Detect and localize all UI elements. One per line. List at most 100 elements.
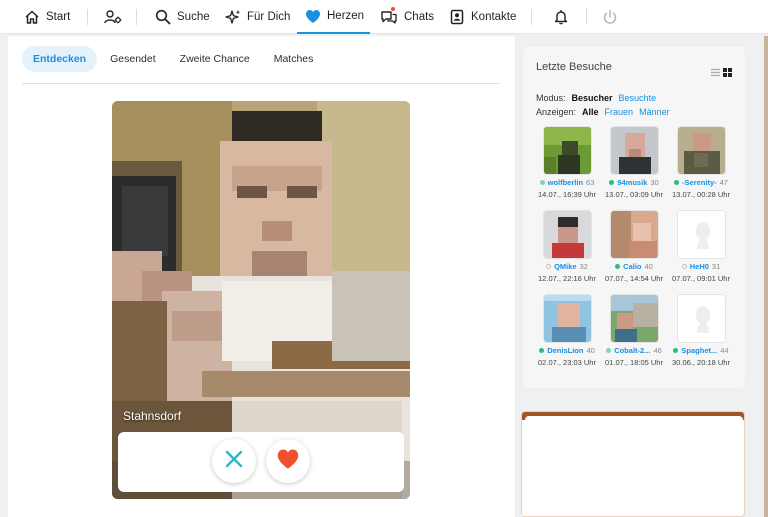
nav-logout[interactable] [602, 0, 618, 34]
sparkle-icon [225, 9, 241, 25]
filter-row: Anzeigen: Alle Frauen Männer [536, 107, 676, 117]
panel-title: Letzte Besuche [536, 61, 612, 73]
visitor-age: 30 [650, 178, 659, 187]
recent-visits-panel: Letzte Besuche Modus: Besucher Besuchte … [522, 45, 746, 389]
visitor-age: 47 [719, 178, 728, 187]
filter-alle[interactable]: Alle [582, 107, 599, 117]
mode-besucher[interactable]: Besucher [572, 93, 613, 103]
visitor-info: HeH0 31 [668, 262, 734, 271]
nav-profile-settings[interactable] [104, 0, 122, 34]
visitor-info: 94musik 30 [601, 178, 667, 187]
ad-banner-content [525, 416, 743, 516]
visitor-photo [543, 126, 592, 175]
profile-card[interactable]: Stahnsdorf [112, 101, 410, 499]
visitor-info: Calio 40 [601, 262, 667, 271]
nav-start[interactable]: Start [24, 0, 70, 34]
tabs-divider [22, 83, 499, 84]
nav-fuer-dich[interactable]: Für Dich [225, 0, 290, 34]
status-dot [681, 264, 687, 269]
visitor-name: 94musik [617, 178, 648, 187]
visitor-name: Spaghet... [681, 346, 718, 355]
visitor-age: 31 [711, 262, 721, 271]
visitor-photo-placeholder [677, 294, 726, 343]
visit-time: 01.07., 18:05 Uhr [605, 358, 663, 367]
nav-divider [586, 9, 587, 25]
status-dot [673, 348, 679, 353]
visit-time: 02.07., 23:03 Uhr [538, 358, 596, 367]
visitor-info: Spaghet... 44 [668, 346, 734, 355]
status-dot [606, 348, 612, 353]
nav-kontakte-label: Kontakte [471, 11, 517, 23]
filter-maenner[interactable]: Männer [639, 107, 670, 117]
like-button[interactable] [266, 439, 310, 483]
status-dot [674, 180, 680, 185]
visitor-age: 63 [586, 178, 595, 187]
nav-suche[interactable]: Suche [155, 0, 210, 34]
visitor-photo [610, 210, 659, 259]
visitor-info: QMike 32 [534, 262, 600, 271]
power-icon [602, 9, 618, 25]
visitor-age: 40 [586, 346, 595, 355]
visit-time: 14.07., 16:39 Uhr [538, 190, 596, 199]
visitor-info: -Serenity- 47 [668, 178, 734, 187]
grid-view-icon[interactable] [723, 64, 732, 82]
visitor-name: wolfberlin [547, 178, 584, 187]
nav-herzen-label: Herzen [327, 10, 365, 22]
view-toggle [711, 64, 732, 82]
search-icon [155, 9, 171, 25]
visitor-photo [610, 294, 659, 343]
status-dot [615, 264, 621, 269]
visit-time: 12.07., 22:16 Uhr [538, 274, 596, 283]
status-dot [609, 180, 615, 185]
visitor-age: 46 [653, 346, 662, 355]
visit-time: 13.07., 00:28 Uhr [672, 190, 730, 199]
visitor-info: Cobalt-2... 46 [601, 346, 667, 355]
tab-entdecken[interactable]: Entdecken [22, 46, 98, 72]
visitor-photo [677, 126, 726, 175]
chat-icon [380, 6, 398, 25]
user-settings-icon [104, 9, 122, 25]
nav-divider [136, 9, 137, 25]
filter-frauen[interactable]: Frauen [605, 107, 634, 117]
nav-chats[interactable]: Chats [380, 0, 434, 34]
visitor-age: 32 [579, 262, 588, 271]
main-panel: Entdecken Gesendet Zweite Chance Matches [8, 36, 515, 517]
nav-herzen[interactable]: Herzen [297, 0, 370, 34]
visitor-photo-placeholder [677, 210, 726, 259]
heart-icon [276, 448, 300, 475]
dislike-button[interactable] [212, 439, 256, 483]
visit-time: 30.06., 20:18 Uhr [672, 358, 730, 367]
tab-gesendet[interactable]: Gesendet [99, 46, 167, 72]
profile-city: Stahnsdorf [123, 409, 182, 423]
close-icon [224, 449, 244, 474]
visitor-info: DenisLion 40 [534, 346, 600, 355]
mode-label: Modus: [536, 93, 566, 103]
contacts-icon [449, 9, 465, 25]
home-icon [24, 9, 40, 25]
visitor-name: HeH0 [689, 262, 709, 271]
card-action-bar [118, 432, 404, 492]
nav-fuer-dich-label: Für Dich [247, 11, 291, 23]
status-dot [539, 348, 545, 353]
mode-besuchte[interactable]: Besuchte [619, 93, 657, 103]
nav-divider [87, 9, 88, 25]
nav-start-label: Start [46, 11, 71, 23]
filter-label: Anzeigen: [536, 107, 577, 117]
nav-kontakte[interactable]: Kontakte [449, 0, 516, 34]
tab-matches[interactable]: Matches [263, 46, 325, 72]
top-navigation: Start Suche Für Dich Herzen Chats Kontak… [0, 0, 768, 34]
visitor-photo [543, 294, 592, 343]
ad-banner[interactable] [521, 411, 745, 517]
unread-badge [390, 6, 396, 12]
nav-suche-label: Suche [177, 11, 210, 23]
list-view-icon[interactable] [711, 64, 720, 82]
visitor-info: wolfberlin 63 [534, 178, 600, 187]
nav-divider [531, 9, 532, 25]
visitor-age: 40 [644, 262, 653, 271]
nav-notifications[interactable] [554, 0, 568, 34]
tab-bar: Entdecken Gesendet Zweite Chance Matches [22, 46, 326, 72]
visitor-name: -Serenity- [682, 178, 717, 187]
tab-zweite-chance[interactable]: Zweite Chance [169, 46, 261, 72]
visit-time: 07.07., 09:01 Uhr [672, 274, 730, 283]
status-dot [539, 180, 545, 185]
